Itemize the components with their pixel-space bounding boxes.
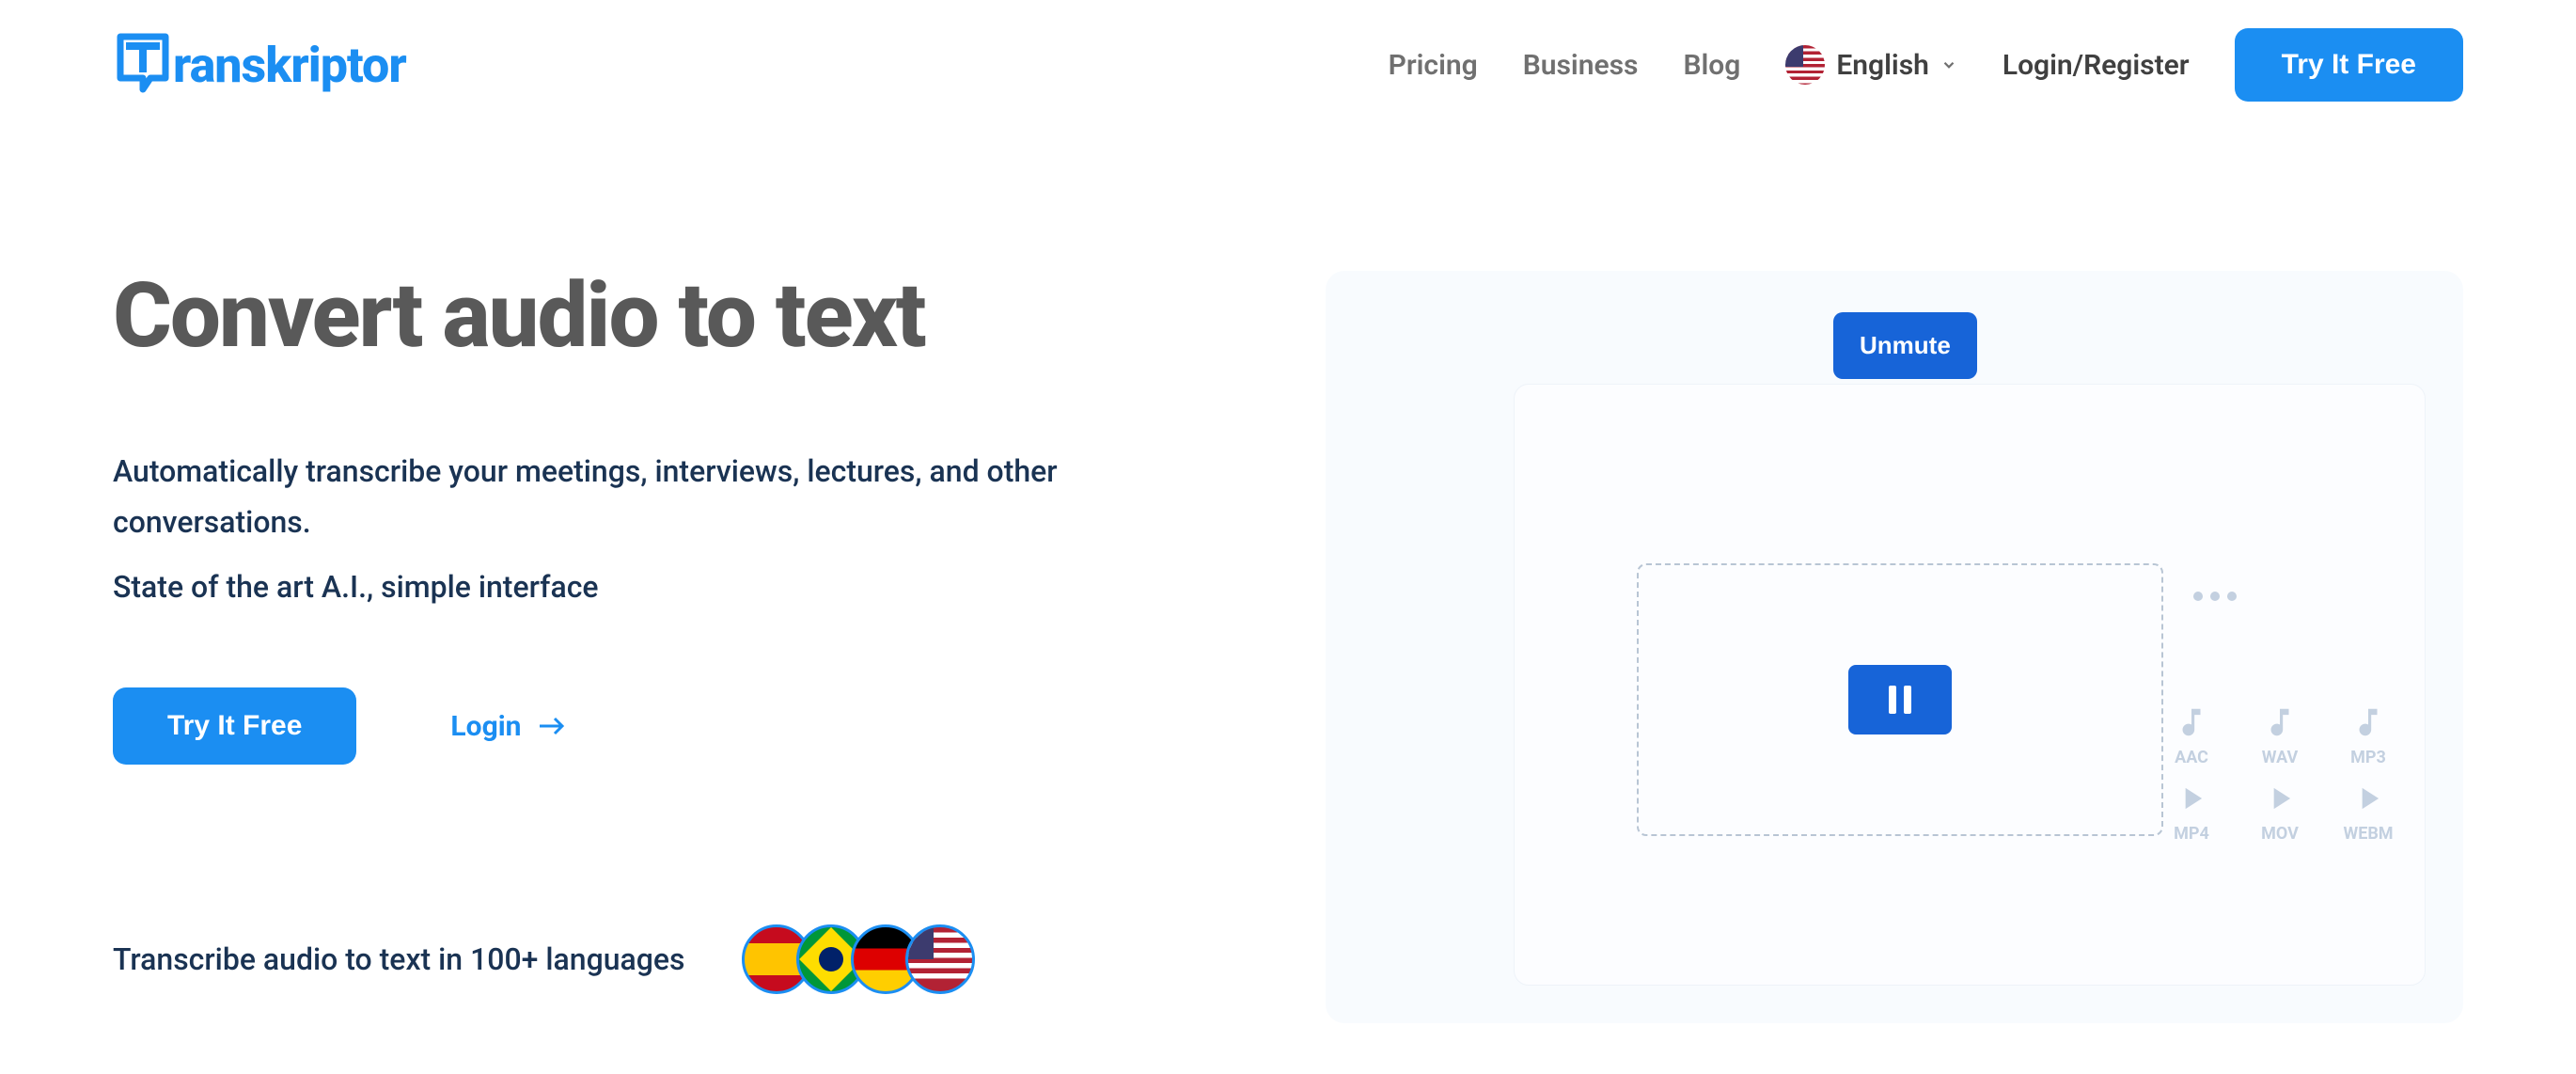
nav-pricing[interactable]: Pricing [1389, 49, 1478, 82]
arrow-right-icon [538, 716, 566, 736]
header: ranskriptor Pricing Business Blog Englis… [0, 0, 2576, 130]
language-selector[interactable]: English [1785, 45, 1957, 85]
language-label: English [1836, 49, 1929, 82]
logo[interactable]: ranskriptor [113, 31, 406, 99]
music-note-icon [2350, 704, 2386, 740]
music-note-icon [2262, 704, 2298, 740]
nav-blog[interactable]: Blog [1683, 49, 1740, 82]
logo-icon [113, 31, 173, 99]
hero-description-1: Automatically transcribe your meetings, … [113, 446, 1222, 548]
us-flag-icon [1785, 45, 1825, 85]
file-type-mov: MOV [2242, 781, 2317, 844]
hero-section: Convert audio to text Automatically tran… [0, 130, 2576, 1023]
play-icon [2350, 781, 2386, 816]
file-type-mp3: MP3 [2331, 704, 2406, 767]
hero-illustration: Unmute AAC [1326, 271, 2463, 1023]
play-icon [2174, 781, 2209, 816]
illustration-frame: AAC WAV MP3 [1514, 384, 2426, 986]
nav-business[interactable]: Business [1523, 49, 1639, 82]
music-note-icon [2174, 704, 2209, 740]
nav: Pricing Business Blog English Login/Regi… [1389, 28, 2463, 102]
login-register-link[interactable]: Login/Register [2003, 49, 2190, 82]
upload-dropzone [1637, 563, 2163, 836]
pause-button[interactable] [1848, 665, 1952, 734]
login-link[interactable]: Login [450, 710, 566, 743]
languages-text: Transcribe audio to text in 100+ languag… [113, 941, 685, 977]
hero-description-2: State of the art A.I., simple interface [113, 561, 1250, 612]
hero-content: Convert audio to text Automatically tran… [113, 271, 1250, 1023]
usa-flag-icon [905, 924, 975, 994]
browser-dots-icon [2193, 592, 2237, 601]
file-type-wav: WAV [2242, 704, 2317, 767]
file-type-aac: AAC [2154, 704, 2229, 767]
login-link-text: Login [450, 710, 521, 743]
logo-text: ranskriptor [173, 37, 406, 94]
file-type-mp4: MP4 [2154, 781, 2229, 844]
pause-icon [1889, 686, 1911, 714]
play-icon [2262, 781, 2298, 816]
languages-row: Transcribe audio to text in 100+ languag… [113, 924, 1250, 994]
try-free-button-hero[interactable]: Try It Free [113, 687, 356, 765]
flags-group [742, 924, 975, 994]
file-types-grid: AAC WAV MP3 [2154, 704, 2406, 844]
file-type-webm: WEBM [2331, 781, 2406, 844]
cta-row: Try It Free Login [113, 687, 1250, 765]
hero-title: Convert audio to text [113, 271, 1250, 361]
chevron-down-icon [1940, 56, 1957, 73]
unmute-button[interactable]: Unmute [1833, 312, 1977, 379]
try-free-button-header[interactable]: Try It Free [2235, 28, 2463, 102]
